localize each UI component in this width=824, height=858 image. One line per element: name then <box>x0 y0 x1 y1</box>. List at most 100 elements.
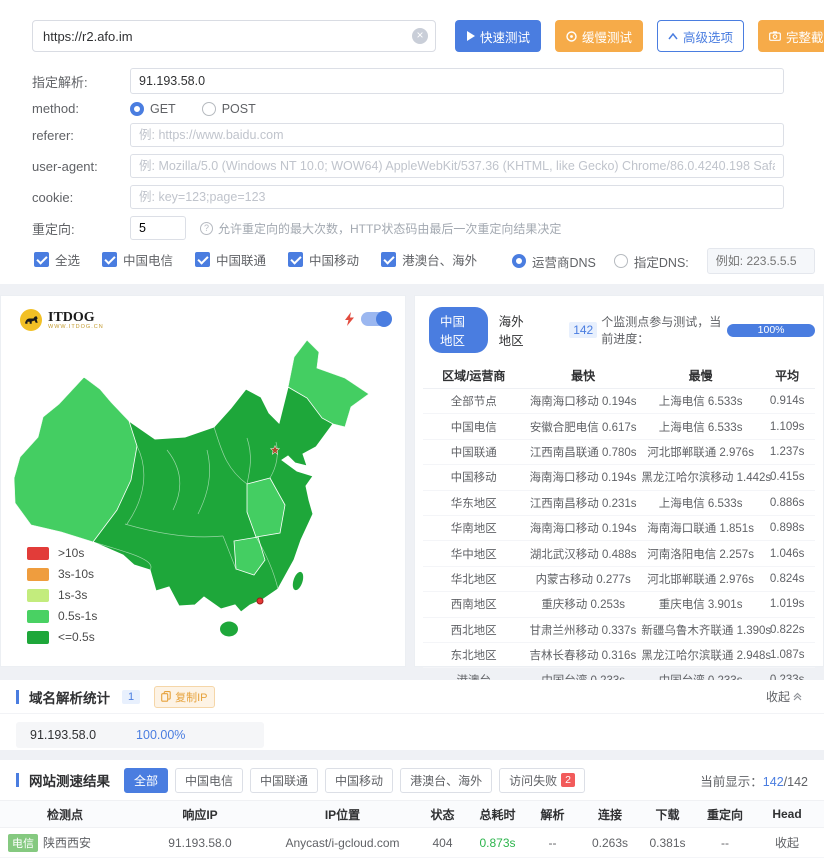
copy-ip-button[interactable]: 复制IP <box>154 686 214 708</box>
cell: 湖北武汉移动 0.488s <box>524 546 641 562</box>
question-icon <box>200 222 213 235</box>
legend-item: >10s <box>27 546 97 560</box>
custom-dns-radio[interactable]: 指定DNS: <box>614 252 689 271</box>
redirect-label: 重定向: <box>32 219 130 238</box>
fail-count-badge: 2 <box>561 773 575 787</box>
head-toggle[interactable]: 收起 <box>755 834 819 851</box>
cell: 内蒙古移动 0.277s <box>524 571 641 587</box>
user-agent-input[interactable] <box>130 154 784 178</box>
cell: 海南海口移动 0.194s <box>524 520 641 536</box>
collapse-button[interactable]: 收起 <box>766 688 802 705</box>
checkbox-checked-icon <box>195 252 210 267</box>
cell: 江西南昌联通 0.780s <box>524 444 641 460</box>
radio-on-icon <box>512 254 526 268</box>
checkbox-label: 港澳台、海外 <box>402 250 477 269</box>
map-toggle[interactable] <box>361 312 391 326</box>
slow-test-button[interactable]: 缓慢测试 <box>555 20 643 52</box>
checkbox-label: 中国电信 <box>123 250 173 269</box>
legend-item: 1s-3s <box>27 588 97 602</box>
slow-test-label: 缓慢测试 <box>582 27 632 46</box>
referer-input[interactable] <box>130 123 784 147</box>
user-agent-label: user-agent: <box>32 159 130 174</box>
cell: 全部节点 <box>423 393 524 409</box>
cell: 1.087s <box>759 649 815 661</box>
chevron-up-icon <box>668 33 678 40</box>
legend-swatch <box>27 589 49 602</box>
tab-all[interactable]: 全部 <box>124 768 168 793</box>
col-fastest: 最快 <box>524 367 641 384</box>
method-post-radio[interactable]: POST <box>202 102 256 116</box>
col-average: 平均 <box>759 367 815 384</box>
quick-test-button[interactable]: 快速测试 <box>455 20 541 52</box>
legend-label: 0.5s-1s <box>58 609 97 623</box>
display-counter: 当前显示：142/142 <box>700 771 808 790</box>
checkbox-china-unicom[interactable]: 中国联通 <box>195 250 266 269</box>
resolved-ip: 91.193.58.0 <box>30 728 96 742</box>
display-current: 142 <box>763 775 784 789</box>
isp-dns-radio[interactable]: 运营商DNS <box>512 252 596 271</box>
tab-china-mobile[interactable]: 中国移动 <box>325 768 393 793</box>
col-download: 下载 <box>640 806 695 823</box>
cell: 甘肃兰州移动 0.337s <box>524 622 641 638</box>
full-screenshot-label: 完整截图 <box>786 27 824 46</box>
cell: 中国联通 <box>423 444 524 460</box>
isp-dns-label: 运营商DNS <box>532 252 596 271</box>
col-head: Head <box>755 807 819 821</box>
clock-icon <box>566 31 577 42</box>
cell: 西北地区 <box>423 622 524 638</box>
cell: 1.237s <box>759 446 815 458</box>
cell: 河北邯郸联通 2.976s <box>642 444 759 460</box>
cell: 西南地区 <box>423 596 524 612</box>
cell: 中国电信 <box>423 419 524 435</box>
col-status: 状态 <box>415 806 470 823</box>
display-label: 当前显示： <box>700 775 763 789</box>
method-row: method: GET POST <box>32 101 784 116</box>
tab-overseas-region[interactable]: 海外地区 <box>499 311 536 349</box>
legend-item: <=0.5s <box>27 630 97 644</box>
cell: 河南洛阳电信 2.257s <box>642 546 759 562</box>
col-ip: 响应IP <box>130 806 270 823</box>
tab-china-telecom[interactable]: 中国电信 <box>175 768 243 793</box>
redirect-input[interactable] <box>130 216 186 240</box>
col-connect: 连接 <box>580 806 640 823</box>
clear-icon[interactable] <box>412 28 428 44</box>
table-row: 西北地区甘肃兰州移动 0.337s新疆乌鲁木齐联通 1.390s0.822s <box>423 618 815 643</box>
checkbox-china-telecom[interactable]: 中国电信 <box>102 250 173 269</box>
taiwan-island[interactable] <box>291 571 305 592</box>
full-screenshot-button[interactable]: 完整截图 <box>758 20 824 52</box>
play-icon <box>466 31 475 41</box>
url-input[interactable] <box>32 20 436 52</box>
method-get-radio[interactable]: GET <box>130 102 176 116</box>
referer-label: referer: <box>32 128 130 143</box>
checkbox-label: 中国联通 <box>216 250 266 269</box>
checkbox-china-mobile[interactable]: 中国移动 <box>288 250 359 269</box>
resolved-ip-item[interactable]: 91.193.58.0 100.00% <box>16 722 264 748</box>
checkbox-select-all[interactable]: 全选 <box>34 250 80 269</box>
tab-hk-mo-tw-overseas[interactable]: 港澳台、海外 <box>400 768 492 793</box>
cell: 海南海口移动 0.194s <box>524 393 641 409</box>
cell: 0.824s <box>759 573 815 585</box>
col-total-time: 总耗时 <box>470 806 525 823</box>
checkbox-hk-mo-tw-overseas[interactable]: 港澳台、海外 <box>381 250 477 269</box>
tab-china-unicom[interactable]: 中国联通 <box>250 768 318 793</box>
display-total: /142 <box>784 775 808 789</box>
region-table: 区域/运营商 最快 最慢 平均 全部节点海南海口移动 0.194s上海电信 6.… <box>423 362 815 694</box>
hainan-island[interactable] <box>220 622 238 637</box>
location-cell: Anycast/i-gcloud.com <box>270 836 415 850</box>
isp-filters: 全选 中国电信 中国联通 中国移动 港澳台、海外 <box>34 250 477 269</box>
camera-icon <box>769 31 781 41</box>
cookie-input[interactable] <box>130 185 784 209</box>
cell: 1.109s <box>759 421 815 433</box>
tab-failed[interactable]: 访问失败 2 <box>499 768 585 793</box>
cell: 海南海口联通 1.851s <box>642 520 759 536</box>
cell: 黑龙江哈尔滨联通 2.948s <box>641 647 759 663</box>
collapse-label: 收起 <box>766 688 790 705</box>
resolve-input[interactable] <box>130 68 784 94</box>
cell: 黑龙江哈尔滨移动 1.442s <box>641 469 759 485</box>
advanced-options-button[interactable]: 高级选项 <box>657 20 744 52</box>
cell: 重庆电信 3.901s <box>642 596 759 612</box>
col-region: 区域/运营商 <box>423 367 524 384</box>
radio-off-icon <box>614 254 628 268</box>
advanced-options-label: 高级选项 <box>683 27 733 46</box>
tab-china-region[interactable]: 中国地区 <box>429 307 488 353</box>
